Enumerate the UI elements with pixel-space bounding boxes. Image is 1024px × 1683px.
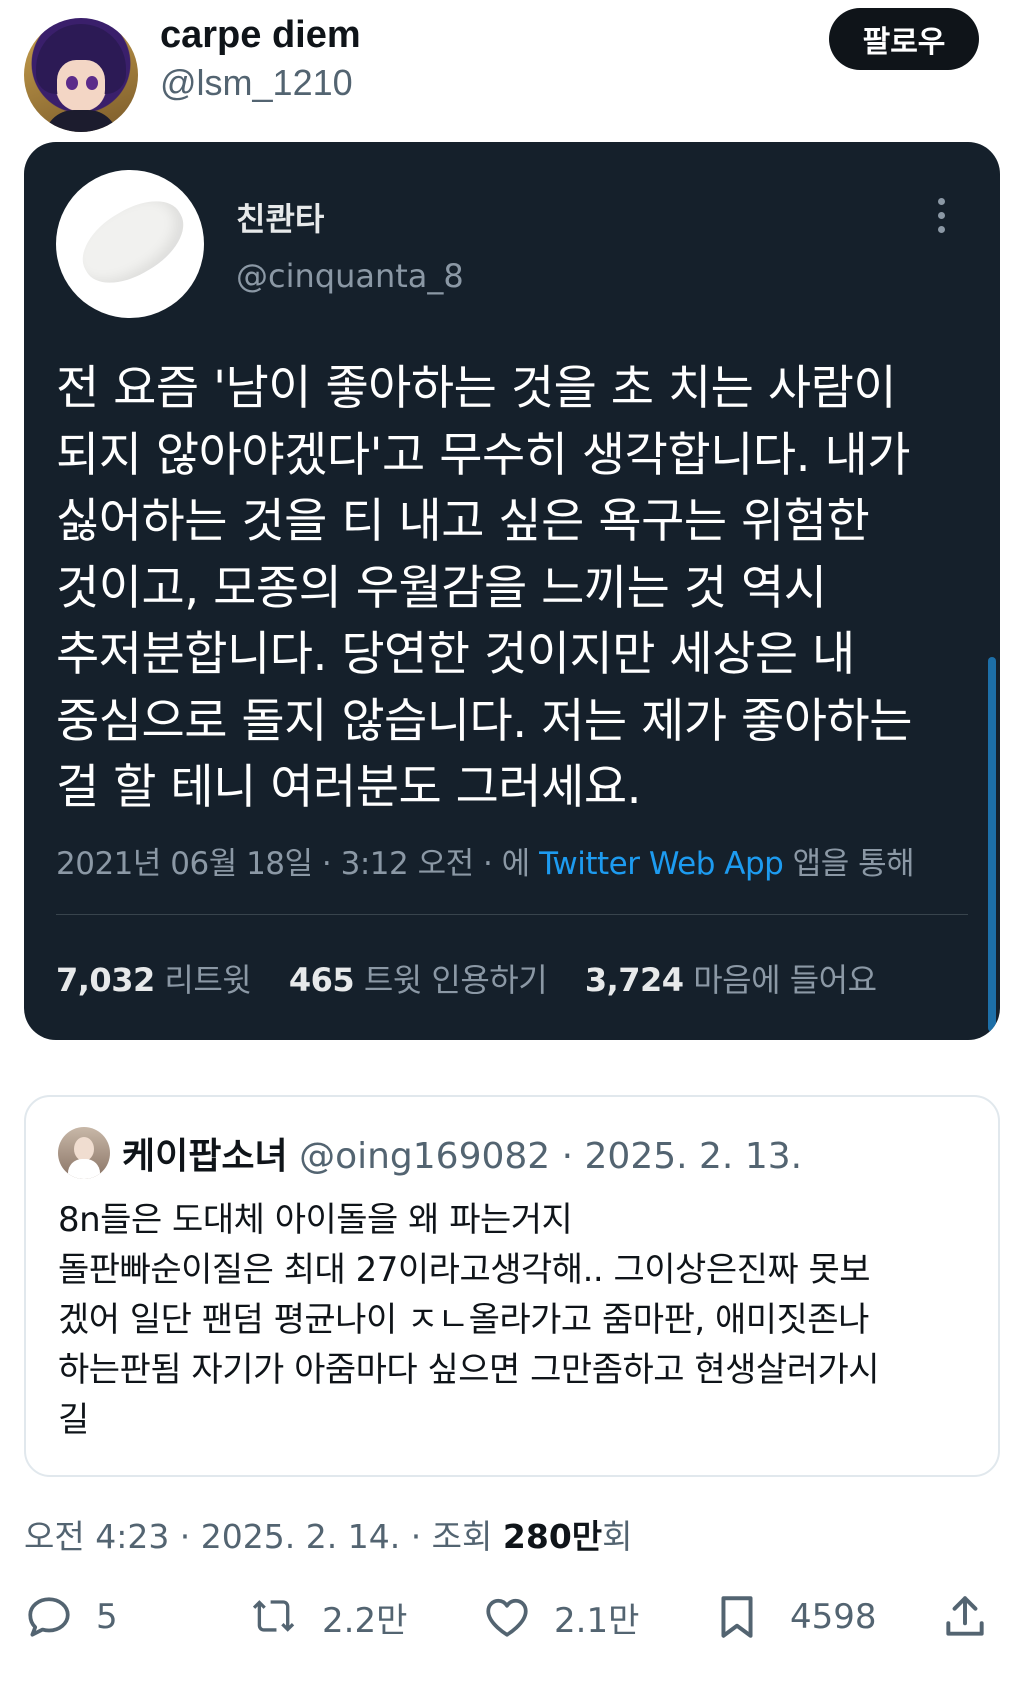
follow-button[interactable]: 팔로우 xyxy=(829,8,979,70)
embedded-retweets-count: 7,032 xyxy=(56,961,155,999)
embedded-scrollbar xyxy=(988,657,996,1032)
embedded-avatar xyxy=(56,170,204,318)
embedded-quotes-count: 465 xyxy=(288,961,355,999)
heart-icon xyxy=(486,1598,528,1637)
tweet-timestamp: 오전 4:23 · 2025. 2. 14. · 조회 280만회 xyxy=(24,1510,633,1558)
retweet-count: 2.2만 xyxy=(322,1600,408,1641)
author-display-name[interactable]: carpe diem xyxy=(160,14,361,57)
views-number: 280만 xyxy=(502,1517,603,1556)
reply-count: 5 xyxy=(96,1597,118,1637)
quoted-tweet[interactable]: 케이팝소녀 @oing169082 · 2025. 2. 13. 8n들은 도대… xyxy=(24,1095,1000,1477)
quoted-name: 케이팝소녀 xyxy=(122,1136,288,1177)
quoted-text: 8n들은 도대체 아이돌을 왜 파는거지 돌판빠순이질은 최대 27이라고생각해… xyxy=(58,1200,880,1440)
views-suffix: 회 xyxy=(602,1517,633,1556)
author-handle[interactable]: @lsm_1210 xyxy=(160,62,353,104)
action-bar: 5 2.2만 2.1만 4598 xyxy=(0,1586,1024,1656)
reply-button[interactable]: 5 xyxy=(24,1586,118,1648)
embedded-likes-count: 3,724 xyxy=(584,961,684,999)
bookmark-button[interactable]: 4598 xyxy=(712,1586,877,1648)
quoted-avatar xyxy=(58,1127,110,1179)
embedded-name: 친콴타 xyxy=(236,200,325,238)
like-button[interactable]: 2.1만 xyxy=(482,1586,639,1648)
author-avatar[interactable] xyxy=(24,18,138,132)
more-icon xyxy=(934,198,948,238)
quoted-date: · 2025. 2. 13. xyxy=(561,1136,803,1177)
embedded-quotes-label: 트윗 인용하기 xyxy=(363,961,548,999)
embedded-handle: @cinquanta_8 xyxy=(236,257,464,295)
bookmark-count: 4598 xyxy=(790,1597,877,1637)
share-icon xyxy=(946,1596,984,1636)
timestamp-prefix: 오전 4:23 · 2025. 2. 14. · 조회 xyxy=(24,1517,503,1556)
embedded-meta: 2021년 06월 18일 · 3:12 오전 · 에 Twitter Web … xyxy=(56,838,996,883)
tweet-header: carpe diem @lsm_1210 팔로우 xyxy=(0,0,1024,132)
like-count: 2.1만 xyxy=(554,1600,640,1641)
embedded-tweet-screenshot[interactable]: 친콴타 @cinquanta_8 전 요즘 '남이 좋아하는 것을 초 치는 사… xyxy=(24,142,1000,1040)
quoted-header: 케이팝소녀 @oing169082 · 2025. 2. 13. xyxy=(122,1127,802,1179)
embedded-retweets-label: 리트윗 xyxy=(164,961,252,999)
embedded-stats: 7,032 리트윗 465 트윗 인용하기 3,724 마음에 들어요 xyxy=(56,955,877,1001)
embedded-meta-app: Twitter Web App xyxy=(539,846,784,882)
share-button[interactable] xyxy=(940,1586,990,1648)
reply-icon xyxy=(28,1597,70,1637)
retweet-button[interactable]: 2.2만 xyxy=(250,1586,407,1648)
embedded-meta-prefix: 2021년 06월 18일 · 3:12 오전 · 에 xyxy=(56,846,540,882)
quoted-handle: @oing169082 xyxy=(299,1136,551,1177)
embedded-divider xyxy=(56,914,968,915)
embedded-tweet-text: 전 요즘 '남이 좋아하는 것을 초 치는 사람이 되지 않아야겠다'고 무수히… xyxy=(56,361,912,815)
retweet-icon xyxy=(252,1600,295,1632)
bookmark-icon xyxy=(721,1596,753,1638)
embedded-meta-suffix: 앱을 통해 xyxy=(783,846,915,882)
embedded-likes-label: 마음에 들어요 xyxy=(693,961,877,999)
